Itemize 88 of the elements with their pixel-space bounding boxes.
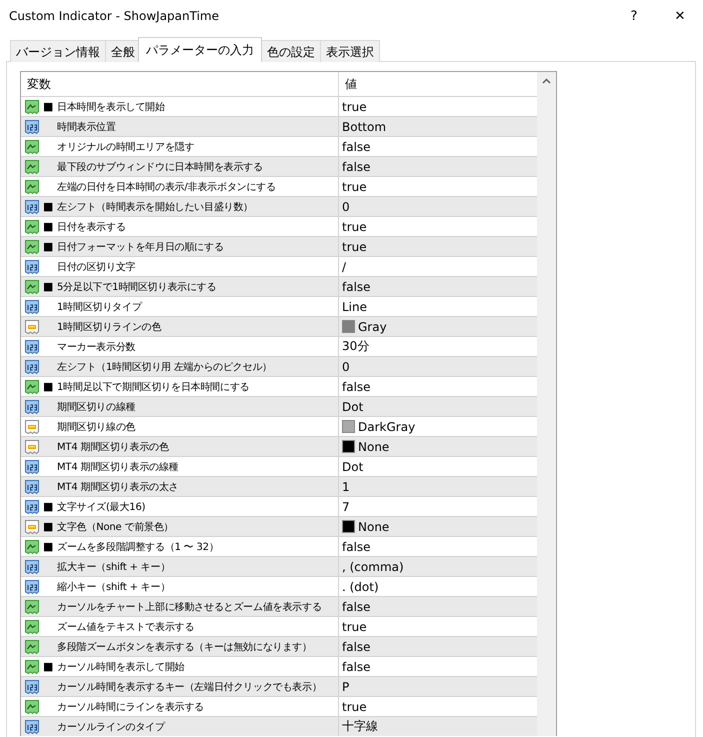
color-icon xyxy=(24,438,40,454)
number-icon xyxy=(24,558,40,574)
scroll-up-icon[interactable] xyxy=(542,78,551,84)
tab[interactable]: バージョン情報 xyxy=(10,40,106,62)
color-icon xyxy=(24,418,40,434)
parameter-name: 1時間区切りラインの色 xyxy=(57,320,162,334)
parameter-name: 左シフト（時間表示を開始したい目盛り数） xyxy=(57,200,254,214)
parameter-name: 左シフト（1時間区切り用 左端からのピクセル） xyxy=(57,360,272,374)
parameter-name: カーソル時間にラインを表示する xyxy=(57,700,204,714)
parameter-name: カーソル時間を表示して開始 xyxy=(57,660,184,674)
parameter-name: 多段階ズームボタンを表示する（キーは無効になります） xyxy=(57,640,312,654)
chart-icon xyxy=(24,598,40,614)
chart-icon xyxy=(24,218,40,234)
help-button[interactable]: ? xyxy=(611,0,657,32)
bullet-mark: ■ xyxy=(43,500,54,513)
chart-icon xyxy=(24,158,40,174)
parameter-name: 1時間足以下で期間区切りを日本時間にする xyxy=(57,380,250,394)
parameter-name: 期間区切りの線種 xyxy=(57,400,136,414)
number-icon xyxy=(24,718,40,734)
parameter-name: カーソルをチャート上部に移動させるとズーム値を表示する xyxy=(57,600,322,614)
number-icon xyxy=(24,358,40,374)
chart-icon xyxy=(24,638,40,654)
parameter-name: 時間表示位置 xyxy=(57,120,116,134)
parameter-name: カーソル時間を表示するキー（左端日付クリックでも表示） xyxy=(57,680,322,694)
parameter-name: 1時間区切りタイプ xyxy=(57,300,142,314)
parameter-name: 日付フォーマットを年月日の順にする xyxy=(57,240,224,254)
parameter-name: MT4 期間区切り表示の色 xyxy=(57,440,169,454)
parameter-name: オリジナルの時間エリアを隠す xyxy=(57,140,194,154)
parameter-name: 最下段のサブウィンドウに日本時間を表示する xyxy=(57,160,263,174)
value-cell[interactable]: None xyxy=(338,437,537,456)
tab[interactable]: パラメーターの入力 xyxy=(138,37,262,62)
parameter-name: 縮小キー（shift + キー） xyxy=(57,580,170,594)
close-button[interactable]: ✕ xyxy=(657,0,703,32)
number-icon xyxy=(24,338,40,354)
number-icon xyxy=(24,398,40,414)
tab[interactable]: 全般 xyxy=(105,40,141,62)
scrollbar[interactable] xyxy=(537,72,556,736)
parameter-name: カーソルラインのタイプ xyxy=(57,720,165,734)
chart-icon xyxy=(24,618,40,634)
bullet-mark: ■ xyxy=(43,540,54,553)
parameter-name: 日付の区切り文字 xyxy=(57,260,136,274)
bullet-mark: ■ xyxy=(43,220,54,233)
parameter-name: 左端の日付を日本時間の表示/非表示ボタンにする xyxy=(57,180,276,194)
bullet-mark: ■ xyxy=(43,280,54,293)
number-icon xyxy=(24,478,40,494)
chart-icon xyxy=(24,698,40,714)
value-cell[interactable]: None xyxy=(338,517,537,536)
number-icon xyxy=(24,258,40,274)
number-icon xyxy=(24,118,40,134)
chart-icon xyxy=(24,658,40,674)
chart-icon xyxy=(24,178,40,194)
number-icon xyxy=(24,678,40,694)
number-icon xyxy=(24,458,40,474)
bullet-mark: ■ xyxy=(43,240,54,253)
number-icon xyxy=(24,498,40,514)
chart-icon xyxy=(24,538,40,554)
value-cell[interactable]: Gray xyxy=(338,317,537,336)
number-icon xyxy=(24,298,40,314)
parameter-name: ズーム値をテキストで表示する xyxy=(57,620,194,634)
color-icon xyxy=(24,518,40,534)
tab[interactable]: 色の設定 xyxy=(261,40,321,62)
parameter-name: MT4 期間区切り表示の線種 xyxy=(57,460,178,474)
parameter-name: 拡大キー（shift + キー） xyxy=(57,560,170,574)
chart-icon xyxy=(24,238,40,254)
parameter-name: ズームを多段階調整する（1 〜 32） xyxy=(57,540,219,554)
bullet-mark: ■ xyxy=(43,100,54,113)
bullet-mark: ■ xyxy=(43,520,54,533)
parameter-name: マーカー表示分数 xyxy=(57,340,136,354)
bullet-mark: ■ xyxy=(43,200,54,213)
parameter-name: 日付を表示する xyxy=(57,220,126,234)
window-title: Custom Indicator - ShowJapanTime xyxy=(9,9,220,23)
parameter-name: 日本時間を表示して開始 xyxy=(57,100,165,114)
chart-icon xyxy=(24,378,40,394)
parameter-name: 5分足以下で1時間区切り表示にする xyxy=(57,280,216,294)
chart-icon xyxy=(24,98,40,114)
color-icon xyxy=(24,318,40,334)
column-header[interactable]: 変数 xyxy=(21,76,338,92)
parameter-name: 文字サイズ(最大16) xyxy=(57,500,146,514)
parameter-name: 期間区切り線の色 xyxy=(57,420,136,434)
parameter-name: 文字色（None で前景色） xyxy=(57,520,174,534)
parameter-name: MT4 期間区切り表示の太さ xyxy=(57,480,178,494)
bullet-mark: ■ xyxy=(43,660,54,673)
tab[interactable]: 表示選択 xyxy=(320,40,380,62)
number-icon xyxy=(24,578,40,594)
bullet-mark: ■ xyxy=(43,380,54,393)
chart-icon xyxy=(24,278,40,294)
chart-icon xyxy=(24,138,40,154)
number-icon xyxy=(24,198,40,214)
